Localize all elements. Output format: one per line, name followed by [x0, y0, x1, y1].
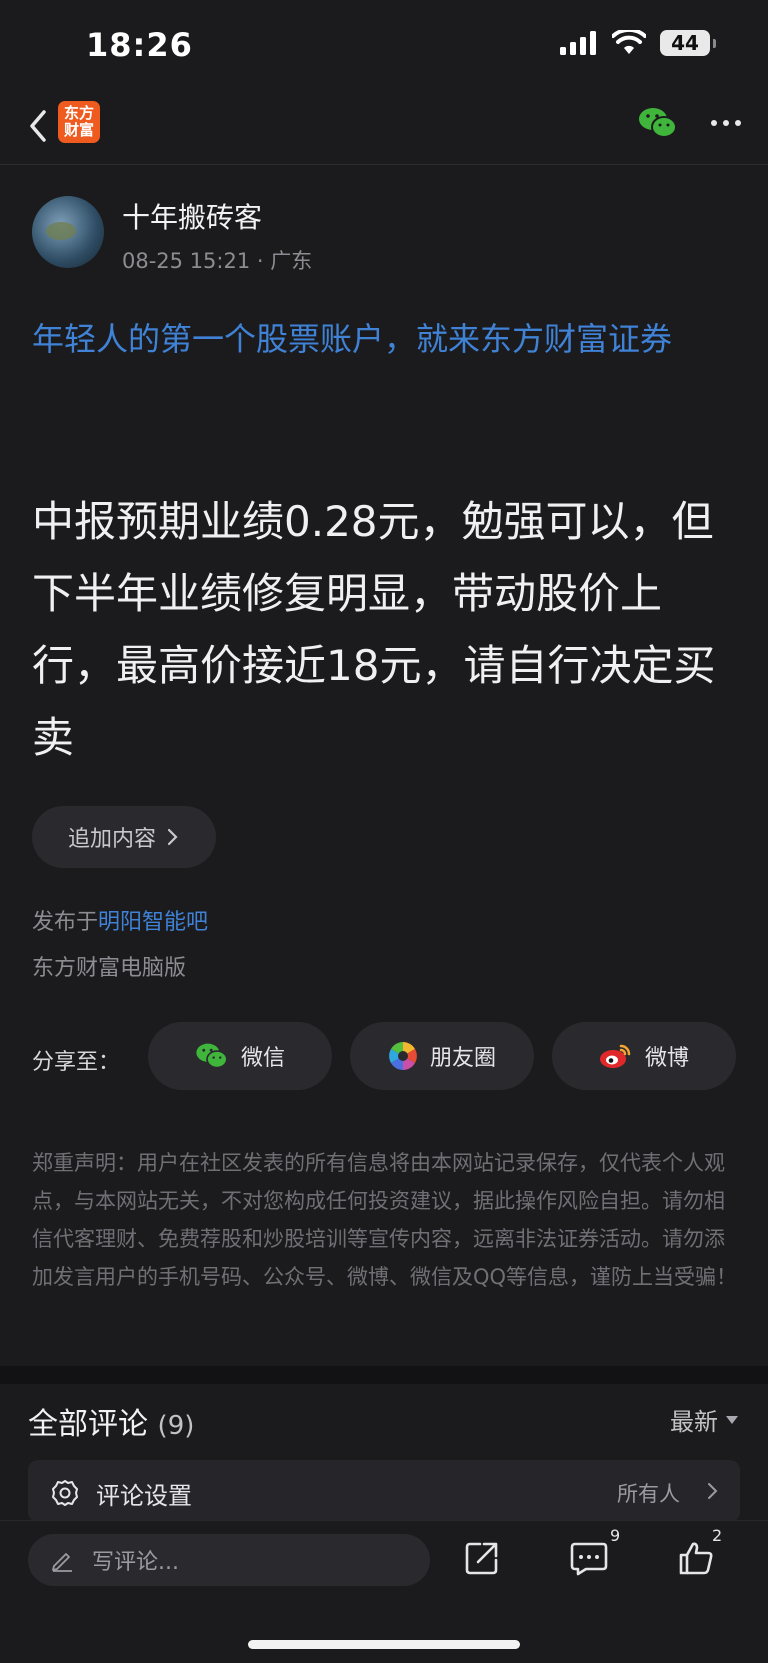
- client-source: 东方财富电脑版: [32, 956, 187, 981]
- share-weibo-label: 微博: [644, 1046, 689, 1071]
- write-comment-input[interactable]: 写评论...: [28, 1534, 430, 1586]
- meta-separator: ·: [256, 249, 271, 273]
- app-logo-text: 东方财富: [63, 104, 94, 139]
- wifi-icon: [612, 30, 646, 54]
- share-moments-label: 朋友圈: [429, 1046, 496, 1071]
- share-moments-button[interactable]: 朋友圈: [350, 1022, 534, 1090]
- settings-gear-icon: [52, 1480, 78, 1506]
- wechat-share-icon[interactable]: [638, 106, 678, 140]
- append-content-label: 追加内容: [67, 827, 156, 852]
- published-in: 发布于明阳智能吧: [32, 904, 208, 936]
- share-weibo-button[interactable]: 微博: [552, 1022, 736, 1090]
- wechat-icon: [196, 1043, 228, 1069]
- comment-count-badge: 9: [610, 1526, 621, 1545]
- status-time: 18:26: [86, 26, 193, 64]
- more-icon[interactable]: [706, 106, 746, 140]
- sort-label: 最新: [670, 1408, 718, 1436]
- post-date: 08-25 15:21: [122, 249, 251, 273]
- disclaimer: 郑重声明：用户在社区发表的所有信息将由本网站记录保存，仅代表个人观点，与本网站无…: [32, 1151, 738, 1289]
- moments-icon: [388, 1042, 417, 1070]
- battery-level: 44: [671, 31, 699, 55]
- ad-link[interactable]: 年轻人的第一个股票账户，就来东方财富证券: [32, 312, 742, 367]
- comments-count: (9): [157, 1411, 195, 1441]
- app-logo[interactable]: 东方财富: [58, 101, 100, 143]
- weibo-icon: [599, 1044, 631, 1068]
- comment-settings-value: 所有人: [617, 1482, 680, 1506]
- post-meta: 08-25 15:21 · 广东: [122, 245, 312, 275]
- append-content-button[interactable]: 追加内容: [32, 806, 216, 868]
- post-body: 中报预期业绩0.28元，勉强可以，但下半年业绩修复明显，带动股价上行，最高价接近…: [32, 497, 716, 762]
- pen-icon: [52, 1553, 72, 1572]
- share-icon[interactable]: [464, 1540, 500, 1576]
- comment-settings-label: 评论设置: [96, 1482, 192, 1510]
- share-wechat-label: 微信: [240, 1046, 285, 1071]
- like-icon[interactable]: [678, 1540, 714, 1576]
- signal-icon: [560, 31, 596, 55]
- caret-down-icon: [726, 1415, 738, 1424]
- comment-icon[interactable]: [570, 1540, 608, 1576]
- comments-header: 全部评论 (9): [28, 1399, 194, 1443]
- battery-icon: 44: [660, 30, 716, 56]
- post-location: 广东: [270, 249, 313, 273]
- back-icon[interactable]: [22, 104, 62, 148]
- comments-title: 全部评论: [28, 1407, 148, 1442]
- write-comment-placeholder: 写评论...: [92, 1550, 179, 1575]
- status-icons: 44: [560, 30, 716, 56]
- home-indicator[interactable]: [248, 1640, 520, 1649]
- share-wechat-button[interactable]: 微信: [148, 1022, 332, 1090]
- like-count-badge: 2: [712, 1526, 723, 1545]
- avatar[interactable]: [32, 196, 104, 268]
- published-prefix: 发布于: [32, 910, 99, 935]
- bar-link[interactable]: 明阳智能吧: [98, 910, 208, 935]
- sort-dropdown[interactable]: 最新: [670, 1402, 738, 1437]
- chevron-right-icon: [708, 1483, 718, 1499]
- chevron-right-icon: [167, 828, 178, 846]
- section-divider: [0, 1366, 768, 1384]
- share-label: 分享至：: [32, 1050, 121, 1075]
- author-name[interactable]: 十年搬砖客: [122, 196, 262, 236]
